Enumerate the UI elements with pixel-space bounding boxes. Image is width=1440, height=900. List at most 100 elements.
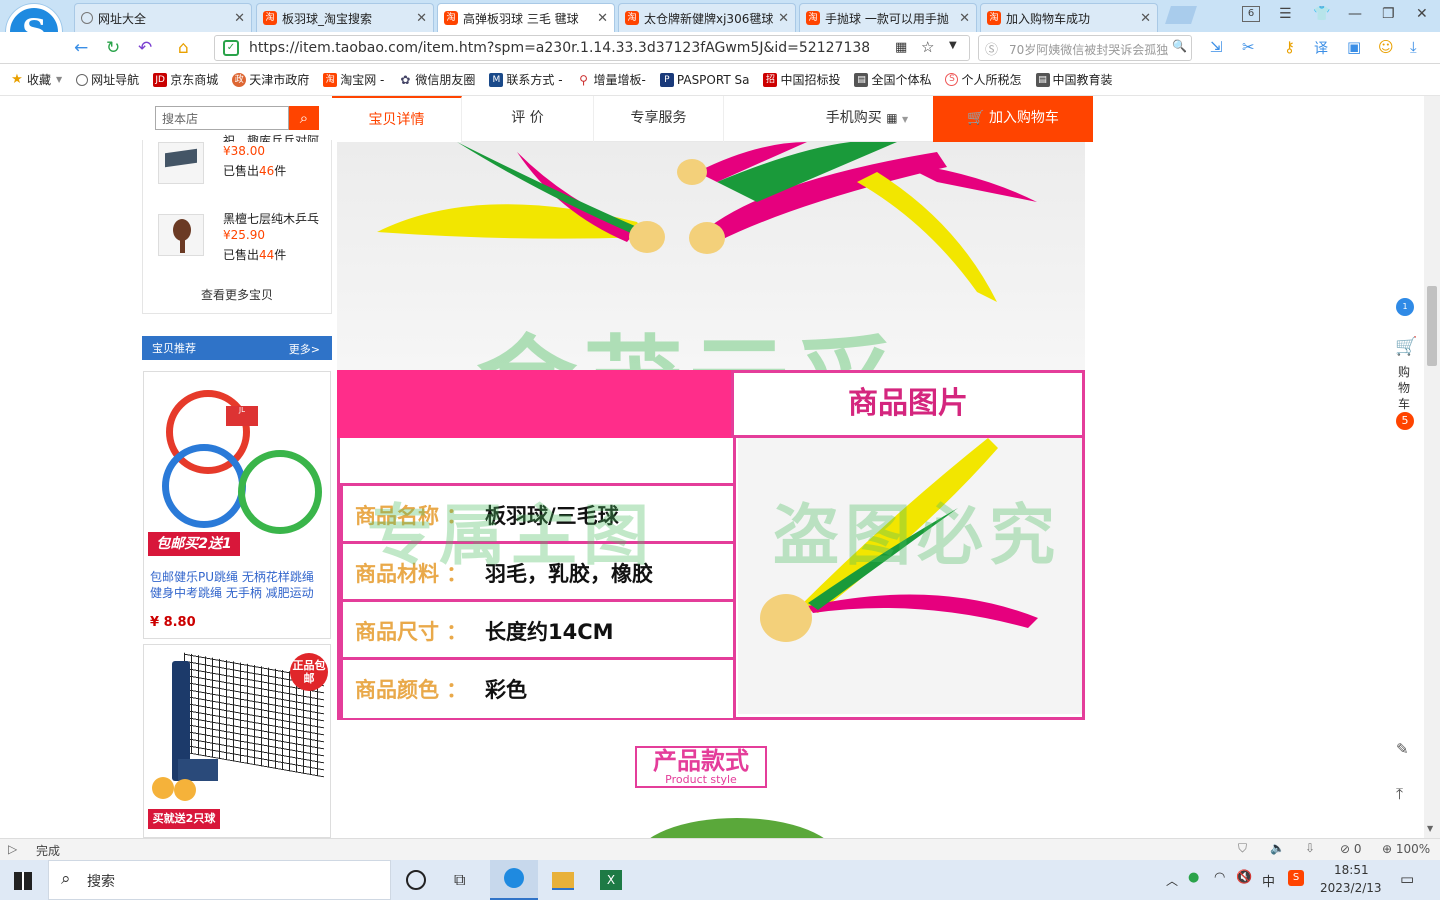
edit-icon[interactable]: ✎ — [1396, 740, 1409, 758]
close-window-icon[interactable]: ✕ — [1416, 6, 1428, 22]
cortana-icon[interactable] — [406, 870, 426, 890]
bookmark-7[interactable]: ⚲ 增量增板- — [577, 71, 646, 88]
close-icon[interactable]: ✕ — [959, 11, 970, 26]
tab-count-badge[interactable]: 6 — [1242, 6, 1260, 22]
shirt-icon[interactable]: 👕 — [1313, 6, 1330, 22]
close-icon[interactable]: ✕ — [416, 11, 427, 26]
file-explorer-icon[interactable] — [552, 872, 574, 890]
windows-start-icon[interactable] — [14, 872, 32, 890]
back-icon[interactable]: ← — [74, 38, 88, 58]
close-icon[interactable]: ✕ — [597, 11, 608, 26]
home-icon[interactable]: ⌂ — [178, 38, 189, 58]
tab-3[interactable]: 淘太仓牌新健牌xj306毽球 ✕ — [618, 3, 796, 32]
recommend-item[interactable]: JL 包邮买2送1 包邮健乐PU跳绳 无柄花样跳绳 健身中考跳绳 无手柄 减肥运… — [143, 371, 331, 639]
bookmark-4[interactable]: 淘淘宝网 - — [323, 71, 384, 88]
adblock-count[interactable]: ⊘ 0 — [1340, 842, 1362, 856]
translate-icon[interactable]: 译 — [1314, 38, 1328, 58]
tab-4[interactable]: 淘手抛球 一款可以用手抛 ✕ — [799, 3, 977, 32]
more-items-link[interactable]: 查看更多宝贝 — [142, 286, 332, 303]
scroll-down-icon[interactable]: ▼ — [1427, 824, 1433, 833]
taobao-icon: 淘 — [323, 72, 338, 87]
pin-icon: ⚲ — [579, 72, 588, 87]
sogou-ime-icon[interactable]: S — [1288, 870, 1304, 886]
bookmark-11[interactable]: S 个人所税怎 — [945, 71, 1022, 88]
ime-indicator[interactable]: 中 — [1262, 871, 1275, 890]
menu-icon[interactable]: ☰ — [1279, 6, 1292, 22]
vertical-scrollbar[interactable]: ▼ — [1424, 96, 1440, 838]
bookmark-10[interactable]: ▤ 全国个体私 — [854, 71, 931, 88]
recommend-item[interactable]: 正品包邮 买就送2只球 — [143, 644, 331, 838]
chevron-up-icon[interactable]: ︿ — [1166, 872, 1178, 889]
address-bar[interactable]: ✓ https://item.taobao.com/item.htm?spm=a… — [214, 35, 970, 61]
tab-services[interactable]: 专享服务 — [594, 96, 724, 142]
clock-date[interactable]: 2023/2/13 — [1320, 881, 1382, 895]
add-to-cart-button[interactable]: 🛒 加入购物车 — [933, 96, 1093, 142]
scissors-icon[interactable]: ✂ — [1242, 38, 1255, 56]
tab-1[interactable]: 淘板羽球_淘宝搜索 ✕ — [256, 3, 434, 32]
close-icon[interactable]: ✕ — [1140, 11, 1151, 26]
login-icon[interactable]: ⇲ — [1210, 38, 1223, 56]
wechat-tray-icon[interactable]: ● — [1188, 870, 1199, 885]
download-icon[interactable]: ⤓ — [1410, 38, 1417, 56]
list-item[interactable]: 黑檀七层纯木乒乓 ¥25.90 已售出44件 — [158, 210, 328, 270]
bookmark-2[interactable]: JD 京东商城 — [153, 71, 218, 88]
tab-reviews[interactable]: 评 价 — [462, 96, 594, 142]
bookmarks-bar: ★ 收藏 ▼ 网址导航 JD 京东商城 政天津市政府 淘淘宝网 - ✿ 微信朋友圈 M联… — [0, 64, 1440, 96]
tab-2[interactable]: 淘高弹板羽球 三毛 毽球 ✕ — [437, 3, 615, 32]
wifi-icon[interactable]: ◠ — [1214, 870, 1225, 885]
zoom-level[interactable]: ⊕ 100% — [1382, 842, 1430, 856]
bookmark-9[interactable]: 招中国招标投 — [763, 71, 840, 88]
cart-icon[interactable]: 🛒 — [1395, 336, 1417, 357]
tab-mobile-buy[interactable]: 手机购买 ▦ ▼ — [802, 96, 932, 142]
speaker-icon[interactable]: 🔈 — [1270, 841, 1285, 855]
key-icon[interactable]: ⚷ — [1284, 38, 1295, 56]
bookmark-6[interactable]: M 联系方式 - — [489, 71, 563, 88]
play-icon[interactable]: ▷ — [8, 842, 17, 856]
taobao-icon: 淘 — [625, 11, 639, 25]
tab-5[interactable]: 淘加入购物车成功 ✕ — [980, 3, 1158, 32]
download-manager-icon[interactable]: ⇩ — [1305, 841, 1315, 855]
search-icon[interactable]: ⌕ — [289, 106, 319, 130]
bookmark-1[interactable]: 网址导航 — [76, 71, 139, 88]
bookmark-8[interactable]: P PASPORT Sa — [659, 72, 749, 87]
refresh-icon[interactable]: ↻ — [106, 38, 120, 58]
chevron-down-icon[interactable]: ▼ — [949, 40, 957, 51]
tab-0[interactable]: 网址大全 ✕ — [74, 3, 252, 32]
sogou-taskbar-icon[interactable] — [490, 860, 538, 900]
chevron-down-icon: ▼ — [56, 75, 63, 84]
restore-icon[interactable]: ❐ — [1382, 6, 1395, 22]
close-icon[interactable]: ✕ — [234, 11, 245, 26]
close-icon[interactable]: ✕ — [778, 11, 789, 26]
clock-time[interactable]: 18:51 — [1334, 863, 1369, 877]
taskbar-search[interactable]: ⌕ 搜索 — [48, 860, 391, 900]
bookmark-5[interactable]: ✿ 微信朋友圈 — [398, 71, 475, 88]
search-input[interactable]: Ⓢ 70岁阿姨微信被封哭诉会孤独 🔍 — [978, 35, 1192, 61]
bookmark-0[interactable]: ★ 收藏 ▼ — [10, 71, 62, 88]
notification-icon[interactable]: ▭ — [1400, 870, 1414, 888]
rail-badge[interactable]: 1 — [1396, 298, 1414, 316]
undo-icon[interactable]: ↶ — [138, 38, 152, 58]
tab-detail[interactable]: 宝贝详情 — [332, 96, 462, 142]
shield-icon[interactable]: ⛉ — [1238, 841, 1247, 856]
search-icon[interactable]: 🔍 — [1172, 39, 1187, 53]
qr-icon[interactable]: ▦ — [895, 40, 907, 55]
next-image-top — [637, 818, 837, 838]
volume-icon[interactable]: 🔇 — [1236, 870, 1252, 885]
header-pink-bar — [337, 370, 731, 438]
more-link[interactable]: 更多> — [289, 341, 320, 357]
smile-icon[interactable]: ☺ — [1378, 38, 1394, 56]
new-tab-button[interactable] — [1165, 6, 1197, 24]
list-item[interactable]: 祀…趣库乒乓对阿 ¥38.00 已售出46件 — [158, 134, 328, 198]
bookmark-3[interactable]: 政天津市政府 — [232, 71, 309, 88]
shop-search-input[interactable]: 搜本店 — [155, 106, 289, 130]
rail-cart-label[interactable]: 购物车 — [1398, 364, 1412, 412]
shield-icon: ✓ — [223, 40, 239, 56]
star-icon[interactable]: ☆ — [921, 38, 934, 56]
minimize-icon[interactable]: — — [1348, 6, 1362, 22]
back-to-top-icon[interactable]: ⤒ — [1396, 784, 1403, 804]
scrollbar-thumb[interactable] — [1427, 286, 1437, 366]
excel-icon[interactable]: X — [600, 870, 622, 890]
bookmark-12[interactable]: ▤ 中国教育装 — [1035, 71, 1113, 88]
task-view-icon[interactable]: ⧉ — [454, 870, 480, 894]
window-icon[interactable]: ▣ — [1347, 38, 1361, 56]
